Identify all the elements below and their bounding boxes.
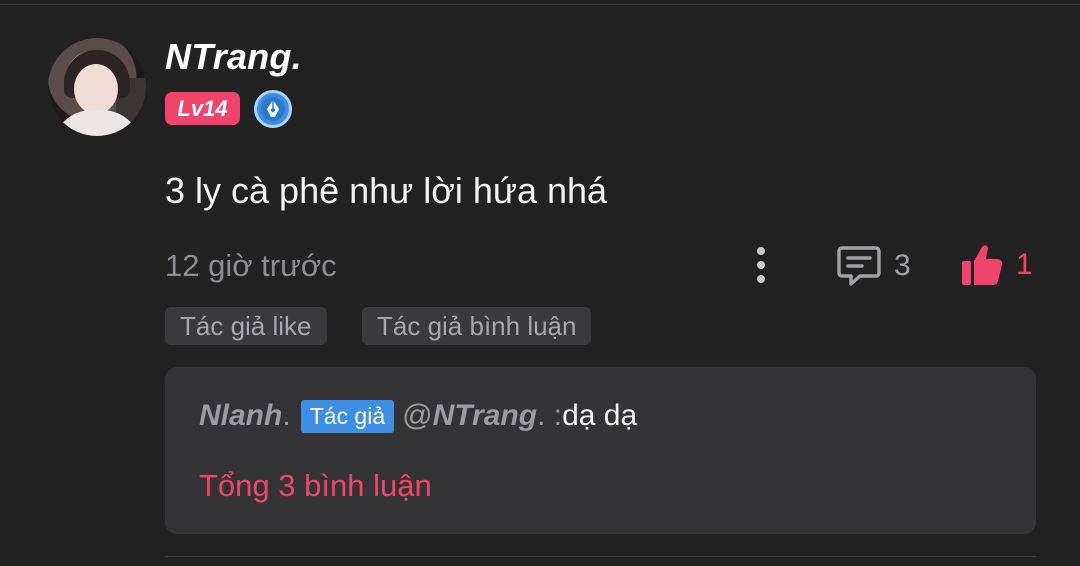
mention[interactable]: @NTrang. : — [402, 399, 562, 433]
reply-author-suffix: . — [282, 399, 291, 432]
mention-prefix: @ — [402, 399, 433, 432]
reply-preview-box[interactable]: Nlanh. Tác giả @NTrang. : dạ dạ Tổng 3 b… — [165, 367, 1036, 534]
thumbs-up-icon — [962, 245, 1003, 285]
like-button[interactable]: 1 — [960, 242, 1033, 288]
pen-badge-icon — [254, 90, 292, 128]
reply-author[interactable]: Nlanh — [199, 399, 282, 433]
author-reply-tag: Tác giả bình luận — [362, 307, 592, 345]
timestamp: 12 giờ trước — [165, 248, 337, 283]
top-divider — [0, 4, 1080, 5]
comment-count: 3 — [894, 249, 911, 282]
comment-button[interactable]: 3 — [836, 244, 911, 288]
author-like-tag: Tác giả like — [165, 307, 327, 345]
mention-name: NTrang — [432, 399, 538, 432]
more-vertical-icon[interactable] — [748, 244, 774, 286]
reply-text: dạ dạ — [562, 399, 638, 432]
avatar[interactable] — [48, 38, 146, 136]
author-badge: Tác giả — [300, 399, 395, 433]
username[interactable]: NTrang. — [165, 36, 302, 78]
bottom-divider — [165, 556, 1036, 557]
comment-text: 3 ly cà phê như lời hứa nhá — [165, 170, 608, 211]
like-count: 1 — [1016, 248, 1033, 281]
reply-item[interactable]: Nlanh. Tác giả @NTrang. : dạ dạ — [199, 399, 637, 433]
view-all-comments-link[interactable]: Tổng 3 bình luận — [199, 468, 432, 504]
level-badge: Lv14 — [165, 92, 240, 125]
mention-suffix: . : — [537, 399, 563, 432]
username-text[interactable]: NTrang — [165, 36, 292, 77]
comment-icon — [837, 246, 881, 286]
username-suffix: . — [291, 36, 302, 77]
